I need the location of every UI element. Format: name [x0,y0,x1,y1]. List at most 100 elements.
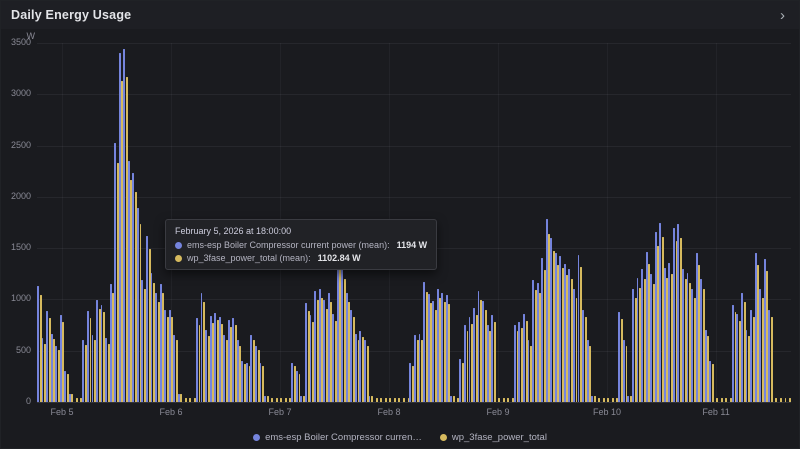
bar-yellow [748,335,751,402]
bar-blue [245,363,248,402]
bar-blue [37,286,39,402]
bar-blue [86,310,89,402]
x-tick-label: Feb 8 [377,407,401,417]
bar-blue [327,293,330,402]
bar-blue [672,227,675,402]
bar-yellow [443,302,446,402]
bar-blue [68,393,71,402]
chevron-right-icon[interactable]: › [776,6,789,25]
bar-blue [336,256,339,402]
bar-yellow [380,397,383,402]
bar-blue [459,358,462,402]
legend-item-boiler-compressor[interactable]: ems-esp Boiler Compressor curren… [253,432,422,443]
bar-blue [309,314,312,402]
bar-yellow [670,273,673,402]
bar-yellow [498,397,501,402]
bar-yellow [693,298,696,402]
bar-blue [441,293,444,402]
bar-blue [513,325,516,402]
bar-yellow [125,77,128,402]
bar-blue [414,335,416,402]
bar-yellow [652,284,655,402]
bar-blue [46,310,48,402]
bar-yellow [789,397,791,402]
bar-blue [164,309,167,402]
x-tick-label: Feb 5 [50,407,74,417]
bar-yellow [402,397,405,402]
bar-blue [146,235,148,402]
bar-blue [223,335,226,402]
bar-blue [668,262,671,402]
bar-yellow [634,298,637,402]
bar-yellow [539,292,542,402]
y-tick-label: 2000 [10,190,31,201]
bar-yellow [230,326,233,402]
bar-yellow [448,304,451,402]
bar-yellow [493,322,496,402]
bar-yellow [416,340,419,402]
bar-yellow [770,316,773,402]
bar-blue [577,255,580,402]
bar-blue [341,268,344,402]
bar-yellow [98,308,101,402]
bar-blue [345,293,348,402]
bar-blue [236,340,239,402]
bar-blue [700,278,703,402]
bar-yellow [779,397,782,402]
bar-blue [559,256,562,402]
panel-title[interactable]: Daily Energy Usage [11,8,131,22]
bar-blue [704,330,707,402]
bar-yellow [71,394,74,402]
bar-blue [473,307,475,402]
tooltip-timestamp: February 5, 2026 at 18:00:00 [175,226,292,236]
bar-yellow [711,364,714,402]
bar-yellow [325,308,328,402]
bar-yellow [153,283,156,402]
bar-yellow [157,302,160,402]
bar-yellow [752,316,755,402]
bar-blue [532,279,534,402]
bar-blue [736,313,739,402]
y-tick-label: 0 [25,396,31,406]
bar-blue [645,252,648,402]
bar-yellow [144,288,146,402]
bar-yellow [452,396,455,402]
bar-blue [91,335,94,402]
x-tick-label: Feb 11 [702,407,730,417]
bar-yellow [103,312,106,402]
legend-item-wp-3fase-power-total[interactable]: wp_3fase_power_total [439,432,547,443]
bar-yellow [116,163,119,402]
bar-blue [754,253,757,402]
bar-blue [255,345,257,402]
bar-yellow [602,397,605,402]
bar-blue [750,309,753,402]
bar-yellow [534,289,537,402]
series-color-icon [439,433,447,441]
bar-blue [64,371,67,402]
bar-blue [209,315,212,402]
bar-yellow [234,324,237,402]
y-tick-label: 3000 [10,88,31,99]
bar-yellow [680,237,682,402]
bar-yellow [530,345,533,402]
bar-yellow [739,320,741,402]
bar-yellow [75,397,78,402]
bar-yellow [571,279,573,402]
bar-yellow [339,268,342,402]
bar-yellow [39,295,42,402]
bar-blue [359,331,362,402]
bar-blue [568,268,571,402]
bar-yellow [657,245,660,402]
tooltip-label: ems-esp Boiler Compressor current power … [187,240,390,250]
bar-blue [200,293,203,402]
gridline [37,43,791,44]
bar-yellow [757,265,760,402]
bar-yellow [266,396,269,402]
bar-yellow [716,397,719,402]
series-color-icon [253,433,261,441]
bar-blue [477,291,480,402]
bar-yellow [543,269,546,402]
bar-yellow [148,249,151,402]
bar-blue [114,142,117,402]
bar-blue [586,340,589,402]
